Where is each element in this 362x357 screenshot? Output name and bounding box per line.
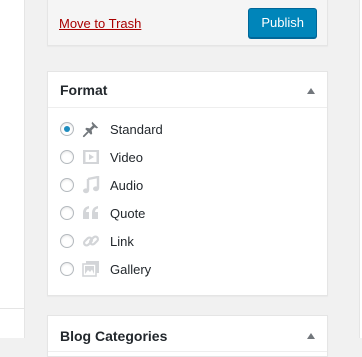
- audio-icon: [82, 175, 100, 194]
- radio-gallery[interactable]: [60, 262, 74, 276]
- radio-audio[interactable]: [60, 178, 74, 192]
- radio-quote[interactable]: [60, 206, 74, 220]
- format-option-link[interactable]: Link: [60, 229, 310, 253]
- format-option-gallery[interactable]: Gallery: [60, 257, 310, 281]
- format-label: Link: [110, 234, 134, 249]
- format-label: Gallery: [110, 262, 152, 277]
- radio-video[interactable]: [60, 150, 74, 164]
- move-to-trash-link[interactable]: Move to Trash: [59, 16, 141, 31]
- format-label: Standard: [110, 122, 163, 137]
- link-icon: [82, 232, 100, 250]
- categories-box-header[interactable]: Blog Categories: [48, 316, 327, 352]
- radio-link[interactable]: [60, 234, 74, 248]
- radio-standard[interactable]: [60, 122, 74, 136]
- format-option-audio[interactable]: Audio: [60, 173, 310, 197]
- pin-icon: [82, 120, 100, 138]
- format-box-title: Format: [60, 82, 108, 98]
- format-option-video[interactable]: Video: [60, 145, 310, 169]
- format-option-standard[interactable]: Standard: [60, 117, 310, 141]
- collapse-arrow-icon[interactable]: [307, 333, 315, 339]
- categories-box-title: Blog Categories: [60, 328, 168, 344]
- gallery-icon: [82, 260, 100, 278]
- divider: [0, 308, 25, 309]
- video-icon: [82, 148, 100, 166]
- quote-icon: [82, 204, 100, 222]
- format-box: Format Standard Video Audio Quote Link G…: [47, 71, 328, 296]
- publish-button[interactable]: Publish: [248, 8, 317, 38]
- blog-categories-box: Blog Categories: [47, 315, 328, 357]
- left-content-panel: [0, 0, 25, 338]
- format-label: Video: [110, 150, 144, 165]
- format-label: Audio: [110, 178, 144, 193]
- publish-box: Move to Trash Publish: [47, 0, 328, 46]
- collapse-arrow-icon[interactable]: [307, 88, 315, 94]
- format-label: Quote: [110, 206, 146, 221]
- format-option-quote[interactable]: Quote: [60, 201, 310, 225]
- format-box-header[interactable]: Format: [48, 72, 327, 108]
